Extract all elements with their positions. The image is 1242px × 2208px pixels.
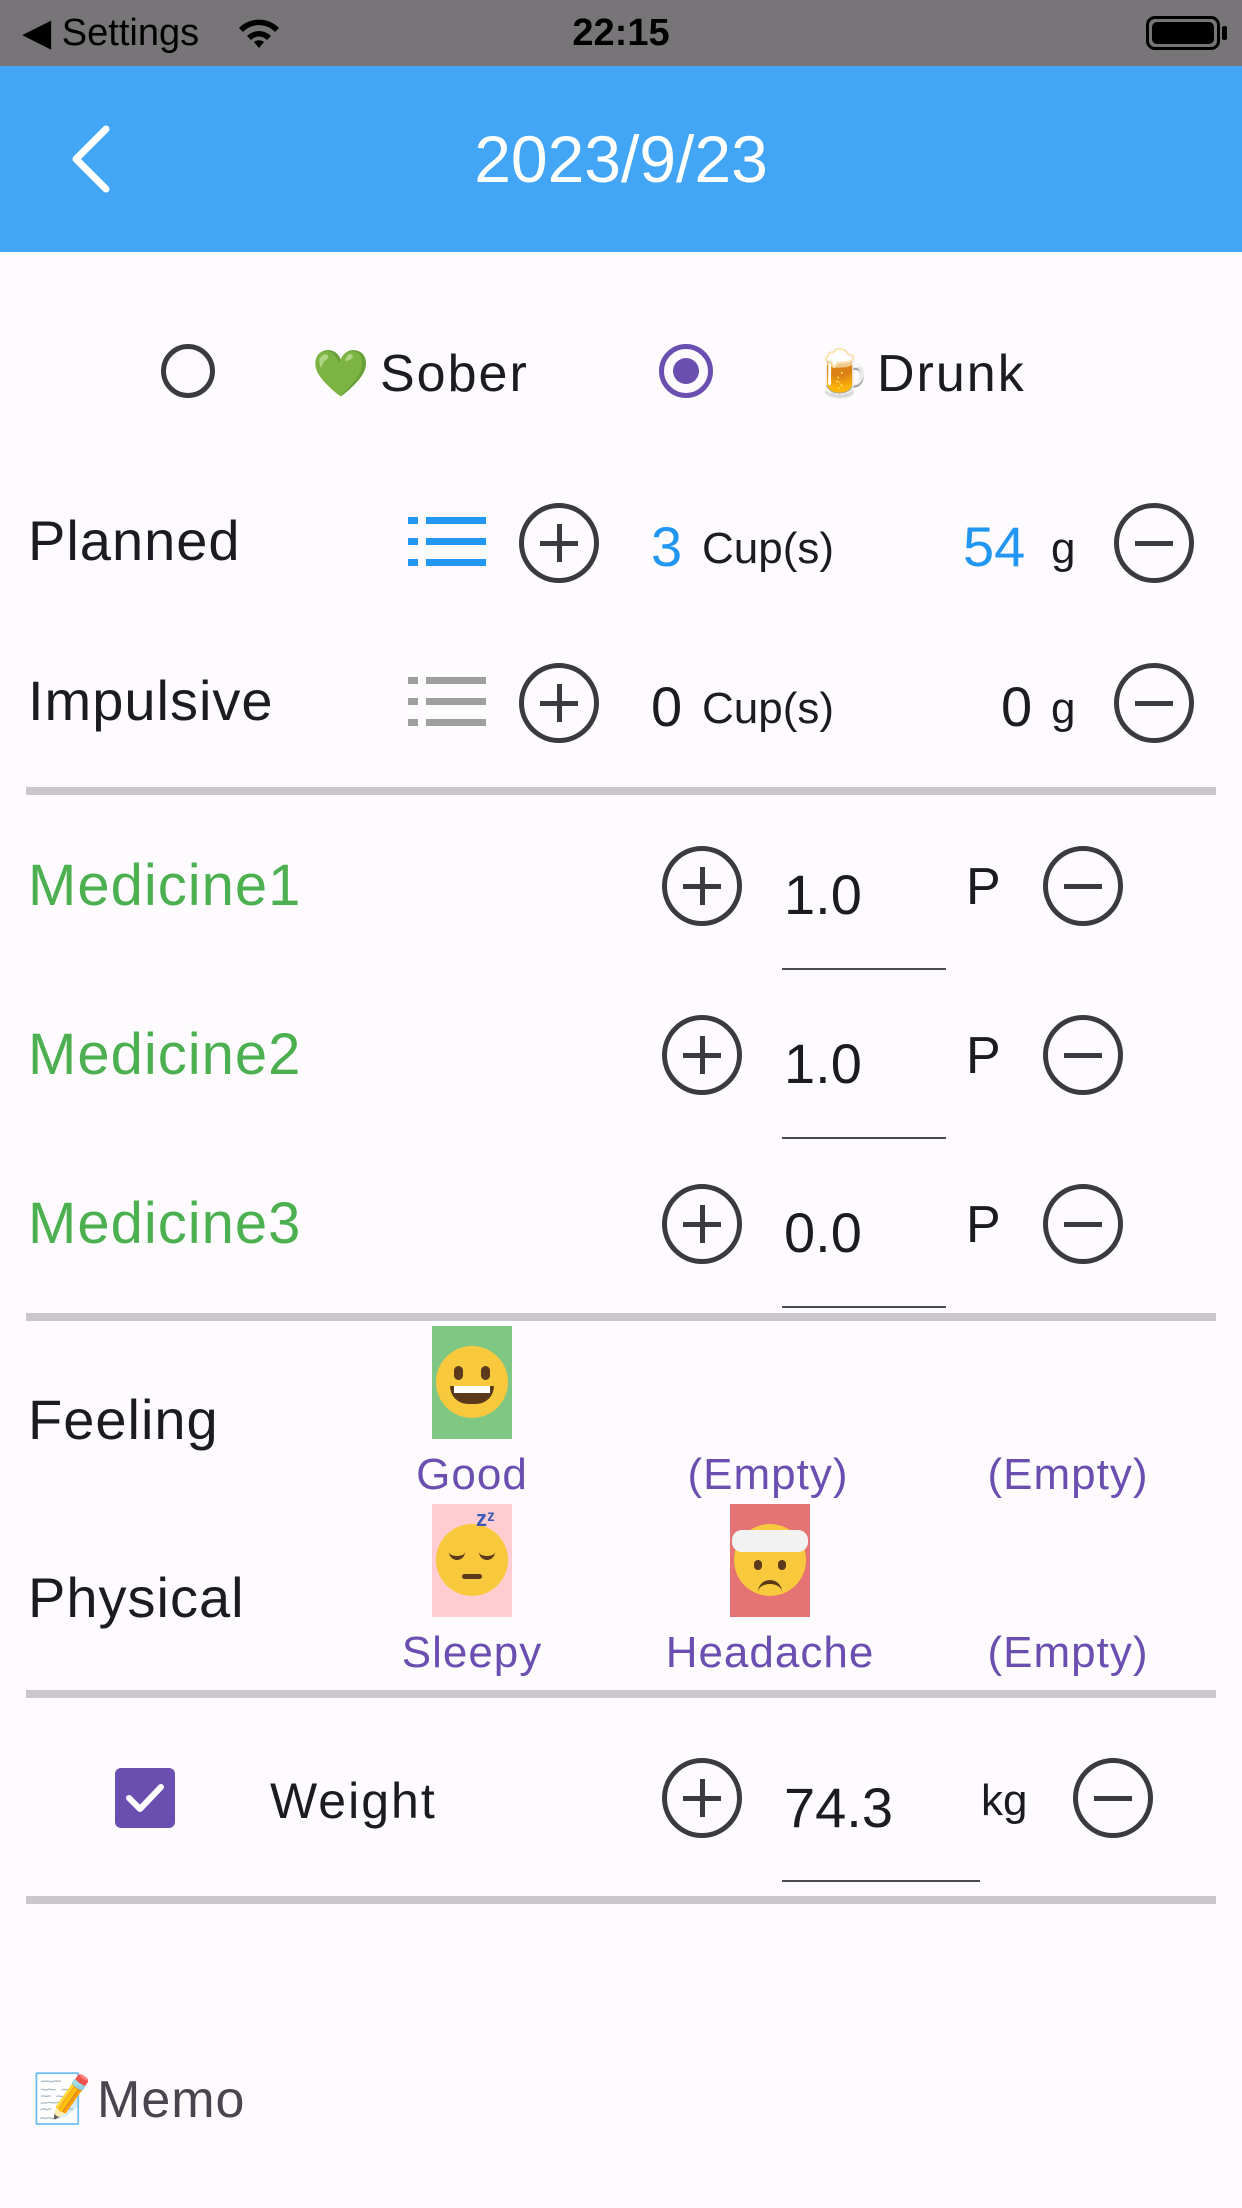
physical-tag-2-label[interactable]: Headache (640, 1628, 900, 1678)
medicine3-label: Medicine3 (28, 1191, 302, 1256)
weight-label: Weight (270, 1773, 437, 1829)
sober-label[interactable]: Sober (380, 344, 529, 404)
weight-underline (782, 1880, 980, 1882)
battery-icon (1146, 16, 1220, 50)
sober-radio[interactable] (161, 344, 215, 398)
planned-label: Planned (28, 509, 241, 572)
page-title: 2023/9/23 (474, 122, 768, 196)
beer-mug-icon: 🍺 (813, 347, 871, 399)
memo-label[interactable]: Memo (97, 2070, 245, 2130)
medicine2-label: Medicine2 (28, 1022, 302, 1087)
medicine1-field[interactable]: 1.0 (784, 862, 862, 927)
medicine3-unit: P (966, 1196, 1001, 1254)
medicine2-unit: P (966, 1027, 1001, 1085)
physical-tag-1-label[interactable]: Sleepy (372, 1628, 572, 1678)
feeling-tag-2-label[interactable]: (Empty) (658, 1450, 878, 1500)
impulsive-list-icon[interactable] (408, 677, 486, 727)
medicine3-add-button[interactable] (662, 1184, 742, 1264)
sleepy-face-icon (436, 1524, 508, 1596)
status-time: 22:15 (572, 12, 670, 54)
planned-add-button[interactable] (519, 503, 599, 583)
memo-icon: 📝 (32, 2073, 92, 2126)
medicine1-label: Medicine1 (28, 853, 302, 918)
weight-checkbox[interactable] (115, 1768, 175, 1828)
medicine2-underline (782, 1137, 946, 1139)
sleepy-tag-box[interactable]: zᶻ (432, 1504, 512, 1617)
medicine1-unit: P (966, 858, 1001, 916)
status-bar: ◀ Settings 22:15 (0, 0, 1242, 66)
weight-remove-button[interactable] (1073, 1758, 1153, 1838)
bandaged-head-icon (732, 1524, 808, 1596)
feeling-tag-3-label[interactable]: (Empty) (958, 1450, 1178, 1500)
planned-list-icon[interactable] (408, 517, 486, 567)
impulsive-grams-value: 0 (1001, 675, 1033, 738)
divider (26, 1313, 1216, 1321)
medicine2-field[interactable]: 1.0 (784, 1031, 862, 1096)
medicine1-underline (782, 968, 946, 970)
app-bar: 2023/9/23 (0, 66, 1242, 252)
medicine3-underline (782, 1306, 946, 1308)
weight-add-button[interactable] (662, 1758, 742, 1838)
impulsive-remove-button[interactable] (1114, 663, 1194, 743)
battery-tip (1222, 26, 1227, 40)
planned-cups-value: 3 (651, 515, 683, 578)
planned-grams-unit: g (1051, 524, 1076, 573)
checkmark-icon (126, 1784, 164, 1812)
impulsive-grams-unit: g (1051, 684, 1076, 733)
medicine1-remove-button[interactable] (1043, 846, 1123, 926)
medicine3-field[interactable]: 0.0 (784, 1200, 862, 1265)
impulsive-label: Impulsive (28, 669, 274, 732)
weight-unit: kg (981, 1776, 1028, 1825)
medicine1-add-button[interactable] (662, 846, 742, 926)
divider (26, 1896, 1216, 1904)
impulsive-cups-value: 0 (651, 675, 683, 738)
headache-tag-box[interactable] (730, 1504, 810, 1617)
zzz-glyph: zᶻ (476, 1506, 495, 1531)
divider (26, 1690, 1216, 1698)
medicine2-remove-button[interactable] (1043, 1015, 1123, 1095)
physical-label: Physical (28, 1566, 245, 1629)
impulsive-add-button[interactable] (519, 663, 599, 743)
impulsive-cups-unit: Cup(s) (702, 684, 835, 733)
drunk-radio[interactable] (659, 344, 713, 398)
feeling-label: Feeling (28, 1388, 219, 1451)
weight-field[interactable]: 74.3 (784, 1775, 893, 1840)
grinning-face-icon (436, 1346, 508, 1418)
planned-remove-button[interactable] (1114, 503, 1194, 583)
planned-grams-value: 54 (963, 515, 1026, 578)
divider (26, 787, 1216, 795)
physical-tag-3-label[interactable]: (Empty) (958, 1628, 1178, 1678)
good-tag-box[interactable] (432, 1326, 512, 1439)
drunk-label[interactable]: Drunk (877, 344, 1026, 404)
planned-cups-unit: Cup(s) (702, 524, 835, 573)
green-heart-icon: 💚 (312, 347, 370, 399)
feeling-tag-1-label[interactable]: Good (372, 1450, 572, 1500)
medicine2-add-button[interactable] (662, 1015, 742, 1095)
medicine3-remove-button[interactable] (1043, 1184, 1123, 1264)
